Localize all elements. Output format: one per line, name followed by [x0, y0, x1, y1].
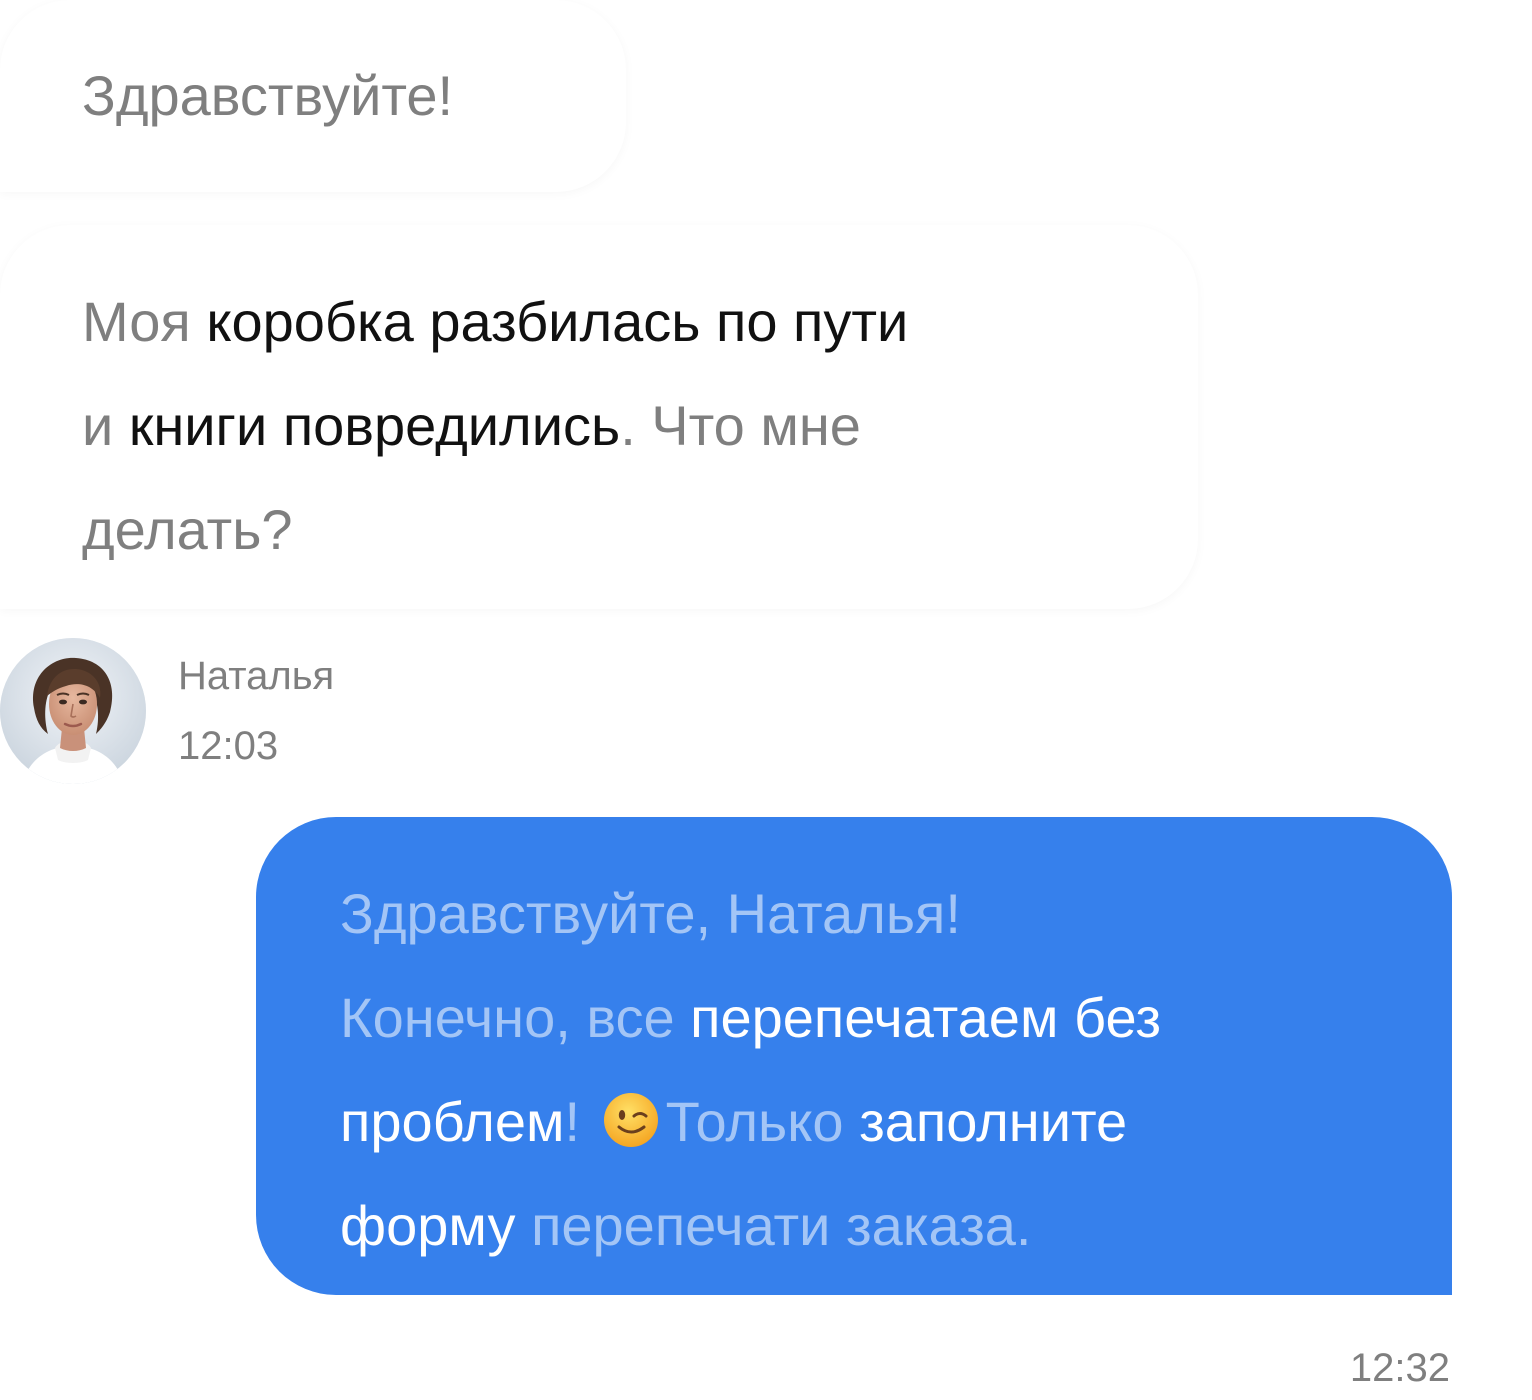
message-segment: Здравствуйте!	[82, 64, 454, 127]
avatar[interactable]	[0, 638, 146, 784]
incoming-message-text: Моя коробка разбилась по пути и книги по…	[82, 270, 908, 582]
message-segment: заполните	[859, 1090, 1128, 1153]
message-line: проблем! Только заполните	[340, 1070, 1161, 1174]
outgoing-message-text: Здравствуйте, Наталья! Конечно, все пере…	[340, 862, 1161, 1278]
message-segment: Здравствуйте, Наталья!	[340, 882, 961, 945]
message-segment: делать?	[82, 498, 293, 561]
outgoing-message-timestamp: 12:32	[1349, 1346, 1450, 1390]
avatar-woman-icon	[0, 638, 146, 784]
message-line: Моя коробка разбилась по пути	[82, 270, 908, 374]
message-segment: !	[564, 1090, 581, 1153]
message-line: Конечно, все перепечатаем без	[340, 966, 1161, 1070]
message-line: делать?	[82, 478, 908, 582]
sender-timestamp: 12:03	[178, 724, 279, 768]
message-segment: Моя	[82, 290, 207, 353]
message-segment: форму	[340, 1194, 532, 1257]
message-segment: книги повредились	[128, 394, 621, 457]
message-segment: . Что мне	[620, 394, 861, 457]
winking-face-emoji-icon	[602, 1078, 660, 1147]
sender-name: Наталья	[178, 654, 335, 698]
message-line: Здравствуйте, Наталья!	[340, 862, 1161, 966]
incoming-message-text: Здравствуйте!	[82, 44, 453, 148]
message-segment: коробка разбилась по пути	[206, 290, 909, 353]
message-segment: Только	[665, 1090, 860, 1153]
message-segment: и	[82, 394, 129, 457]
message-segment: проблем	[340, 1090, 565, 1153]
message-segment: Конечно, все	[340, 986, 691, 1049]
message-segment: перепечати заказа.	[531, 1194, 1032, 1257]
message-line: форму перепечати заказа.	[340, 1174, 1161, 1278]
message-line: и книги повредились. Что мне	[82, 374, 908, 478]
message-segment: перепечатаем без	[690, 986, 1162, 1049]
